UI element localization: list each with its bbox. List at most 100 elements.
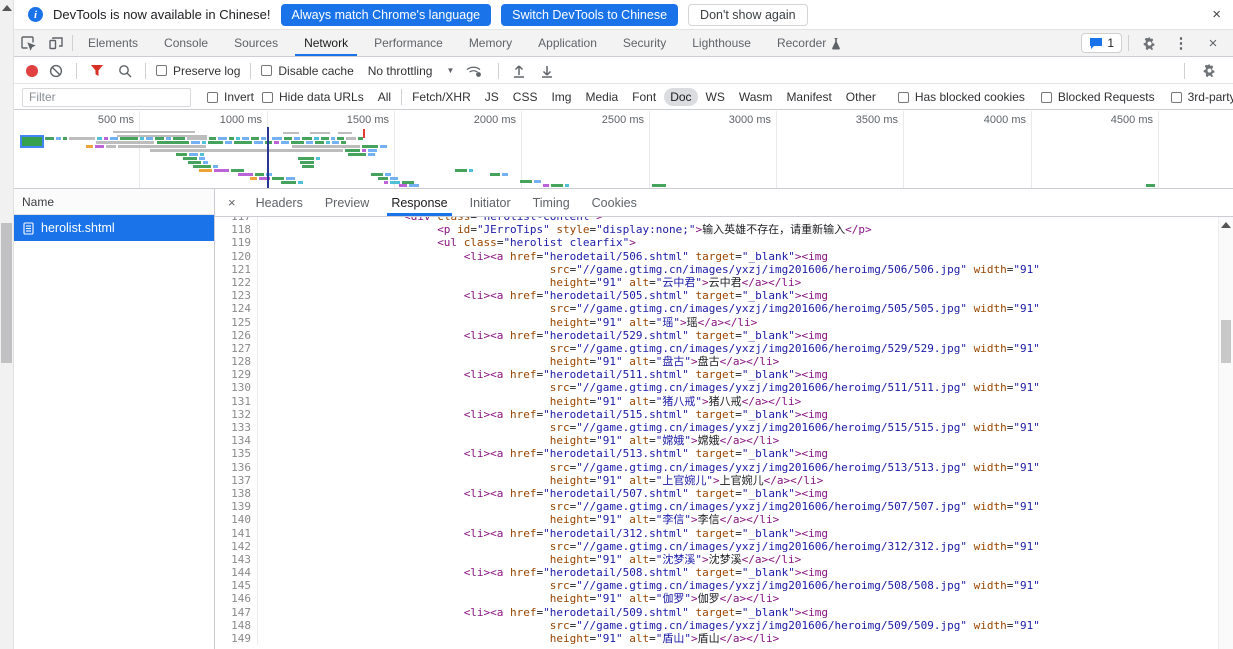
response-source-viewer[interactable]: 117 <div class="herolist-content">118 <p… (215, 217, 1218, 649)
waterfall-bar (332, 141, 339, 144)
close-detail-icon[interactable]: × (219, 189, 245, 216)
code-line: 128 height="91" alt="盘古">盘古</a></li> (215, 355, 1218, 368)
dont-show-again-button[interactable]: Don't show again (688, 4, 808, 26)
inspect-element-icon[interactable] (14, 30, 42, 56)
code-line: 118 <p id="JErroTips" style="display:non… (215, 223, 1218, 236)
name-column-header[interactable]: Name (14, 189, 214, 215)
filter-type-js[interactable]: JS (479, 88, 505, 106)
tab-memory[interactable]: Memory (456, 30, 525, 56)
response-scrollbar-thumb[interactable] (1221, 320, 1231, 363)
device-toolbar-icon[interactable] (42, 30, 70, 56)
waterfall-bar (302, 165, 314, 168)
line-number: 147 (215, 606, 258, 619)
preserve-log-checkbox[interactable]: Preserve log (156, 64, 240, 78)
settings-gear-icon[interactable] (1135, 36, 1163, 51)
network-settings-gear-icon[interactable] (1195, 63, 1223, 78)
filter-type-fetch-xhr[interactable]: Fetch/XHR (406, 88, 477, 106)
code-line: 145 src="//game.gtimg.cn/images/yxzj/img… (215, 579, 1218, 592)
search-icon[interactable] (115, 61, 135, 81)
tab-lighthouse[interactable]: Lighthouse (679, 30, 764, 56)
page-scrollbar[interactable] (0, 0, 14, 649)
network-overview-timeline[interactable]: 500 ms1000 ms1500 ms2000 ms2500 ms3000 m… (0, 111, 1233, 189)
code-line: 135 <li><a href="herodetail/513.shtml" t… (215, 447, 1218, 460)
invert-checkbox[interactable]: Invert (207, 90, 254, 104)
detail-tab-headers[interactable]: Headers (245, 189, 314, 216)
line-number: 123 (215, 289, 258, 302)
tab-application[interactable]: Application (525, 30, 610, 56)
throttling-dropdown[interactable]: No throttling ▼ (368, 64, 455, 78)
checkbox[interactable] (262, 92, 273, 103)
requests-table: Name herolist.shtml (14, 189, 215, 649)
filter-type-ws[interactable]: WS (700, 88, 731, 106)
divider (145, 63, 146, 79)
tab-elements[interactable]: Elements (75, 30, 151, 56)
checkbox[interactable] (1171, 92, 1182, 103)
timeline-gridline (903, 111, 904, 188)
clear-network-log-icon[interactable] (46, 61, 66, 81)
waterfall-bar (209, 137, 216, 140)
code-text: height="91" alt="瑶">瑶</a></li> (258, 316, 757, 329)
waterfall-bar (371, 173, 383, 176)
selected-request-bar[interactable] (20, 135, 44, 148)
import-har-icon[interactable] (509, 61, 529, 81)
detail-tab-timing[interactable]: Timing (522, 189, 581, 216)
scroll-up-arrow-icon[interactable] (2, 5, 12, 11)
code-text: src="//game.gtimg.cn/images/yxzj/img2016… (258, 540, 1040, 553)
checkbox[interactable] (207, 92, 218, 103)
filter-funnel-icon[interactable] (87, 61, 107, 81)
waterfall-bar (202, 141, 206, 144)
blocked-requests-checkbox[interactable]: Blocked Requests (1041, 90, 1155, 104)
tab-recorder[interactable]: Recorder (764, 30, 854, 56)
devtools-window: i DevTools is now available in Chinese! … (0, 0, 1233, 649)
close-devtools-icon[interactable]: × (1199, 35, 1227, 52)
disable-cache-checkbox[interactable]: Disable cache (261, 64, 353, 78)
record-network-log-button[interactable] (26, 65, 38, 77)
code-text: src="//game.gtimg.cn/images/yxzj/img2016… (258, 381, 1040, 394)
filter-type-all[interactable]: All (372, 88, 397, 106)
timeline-tick-label: 500 ms (68, 114, 134, 126)
filter-type-css[interactable]: CSS (507, 88, 544, 106)
match-chrome-language-button[interactable]: Always match Chrome's language (281, 4, 492, 26)
detail-tab-response[interactable]: Response (380, 189, 458, 216)
infobar-close-icon[interactable]: × (1212, 7, 1221, 22)
waterfall-bar (337, 137, 344, 140)
filter-type-manifest[interactable]: Manifest (780, 88, 837, 106)
response-scrollbar[interactable] (1218, 217, 1233, 649)
page-scrollbar-thumb[interactable] (1, 223, 12, 363)
waterfall-bar (294, 137, 300, 140)
checkbox[interactable] (898, 92, 909, 103)
network-filter-bar: Invert Hide data URLs All Fetch/XHRJSCSSI… (14, 85, 1233, 110)
checkbox[interactable] (1041, 92, 1052, 103)
more-options-kebab-icon[interactable]: ⋮ (1167, 34, 1195, 52)
scroll-up-arrow-icon[interactable] (1221, 222, 1231, 228)
network-conditions-icon[interactable] (462, 61, 488, 81)
filter-input[interactable] (22, 88, 191, 107)
has-blocked-cookies-checkbox[interactable]: Has blocked cookies (898, 90, 1025, 104)
code-text: src="//game.gtimg.cn/images/yxzj/img2016… (258, 461, 1040, 474)
filter-type-wasm[interactable]: Wasm (733, 88, 779, 106)
checkbox[interactable] (156, 65, 167, 76)
detail-tab-preview[interactable]: Preview (314, 189, 380, 216)
detail-tab-cookies[interactable]: Cookies (581, 189, 648, 216)
filter-type-doc[interactable]: Doc (664, 88, 697, 106)
third-party-requests-checkbox[interactable]: 3rd-party requests (1171, 90, 1233, 104)
tab-security[interactable]: Security (610, 30, 679, 56)
checkbox[interactable] (261, 65, 272, 76)
filter-type-img[interactable]: Img (545, 88, 577, 106)
filter-type-other[interactable]: Other (840, 88, 882, 106)
line-number: 129 (215, 368, 258, 381)
tab-network[interactable]: Network (291, 30, 361, 56)
timeline-gridline (521, 111, 522, 188)
hide-data-urls-checkbox[interactable]: Hide data URLs (262, 90, 364, 104)
waterfall-bar (368, 153, 375, 156)
tab-sources[interactable]: Sources (221, 30, 291, 56)
detail-tab-initiator[interactable]: Initiator (459, 189, 522, 216)
filter-type-font[interactable]: Font (626, 88, 662, 106)
issues-counter[interactable]: 1 (1081, 33, 1122, 53)
tab-performance[interactable]: Performance (361, 30, 456, 56)
export-har-icon[interactable] (537, 61, 557, 81)
tab-console[interactable]: Console (151, 30, 221, 56)
switch-devtools-chinese-button[interactable]: Switch DevTools to Chinese (501, 4, 678, 26)
request-row-herolist[interactable]: herolist.shtml (14, 215, 214, 241)
filter-type-media[interactable]: Media (579, 88, 624, 106)
